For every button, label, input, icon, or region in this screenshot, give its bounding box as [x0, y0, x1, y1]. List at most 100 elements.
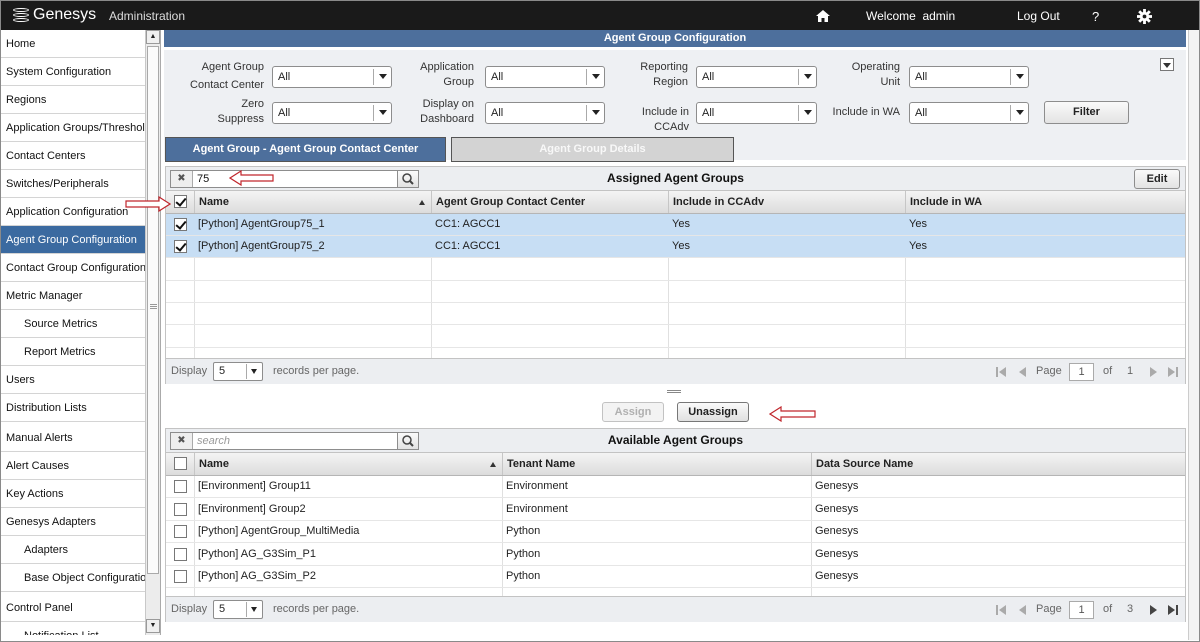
operating-unit-filter-select[interactable]: All: [909, 66, 1029, 88]
display-label: Display: [171, 365, 208, 377]
sidebar-item-regions[interactable]: Regions: [1, 86, 145, 114]
row-checkbox[interactable]: [174, 480, 187, 493]
available-page-input[interactable]: 1: [1069, 601, 1094, 619]
sidebar-item-contact-group-configuration[interactable]: Contact Group Configuration: [1, 254, 145, 282]
region-filter-select[interactable]: All: [696, 66, 817, 88]
sidebar-item-application-configuration[interactable]: Application Configuration: [1, 198, 145, 226]
ccadv-filter-label: Include in CCAdv: [641, 106, 689, 133]
wa-filter-label: Include in WA: [832, 106, 900, 118]
dashboard-filter-select[interactable]: All: [485, 102, 605, 124]
records-per-page-label: records per page.: [273, 365, 360, 377]
assign-button[interactable]: Assign: [602, 402, 664, 422]
assigned-page-size-select[interactable]: 5: [213, 362, 263, 381]
sidebar-item-manual-alerts[interactable]: Manual Alerts: [1, 424, 145, 452]
select-all-available-checkbox[interactable]: [174, 457, 187, 470]
table-row[interactable]: [Python] AgentGroup75_1 CC1: AGCC1 Yes Yes: [166, 214, 1185, 236]
row-checkbox[interactable]: [174, 218, 187, 231]
row-checkbox[interactable]: [174, 547, 187, 561]
sidebar-item-notification-list[interactable]: Notification List: [1, 622, 145, 635]
scroll-thumb[interactable]: [147, 46, 159, 574]
sidebar-item-source-metrics[interactable]: Source Metrics: [1, 310, 145, 338]
cell-tenant: Environment: [506, 480, 568, 492]
main-scrollbar[interactable]: [1188, 30, 1199, 640]
clear-search-icon[interactable]: ✖: [171, 433, 193, 449]
unassign-button[interactable]: Unassign: [677, 402, 749, 422]
ccadv-filter-select[interactable]: All: [696, 102, 817, 124]
select-all-checkbox[interactable]: [174, 195, 187, 208]
wa-filter-select[interactable]: All: [909, 102, 1029, 124]
sidebar-item-distribution-lists[interactable]: Distribution Lists: [1, 394, 145, 422]
records-per-page-label: records per page.: [273, 603, 360, 615]
table-row[interactable]: [Python] AG_G3Sim_P2 Python Genesys: [166, 566, 1185, 589]
cell-ccadv: Yes: [672, 218, 690, 230]
logout-link[interactable]: Log Out: [1017, 9, 1060, 23]
row-checkbox[interactable]: [174, 525, 187, 539]
panel-splitter[interactable]: [667, 390, 681, 391]
genesys-logo-icon: [13, 8, 29, 22]
prev-page-icon[interactable]: [1018, 367, 1028, 377]
tab-agcc[interactable]: Agent Group - Agent Group Contact Center: [165, 137, 446, 162]
row-checkbox[interactable]: [174, 240, 187, 254]
row-checkbox[interactable]: [174, 502, 187, 516]
genesys-logo[interactable]: Genesys: [13, 6, 96, 24]
assigned-search-input[interactable]: ✖ 75: [170, 170, 398, 188]
sidebar-item-agent-group-configuration[interactable]: Agent Group Configuration: [1, 226, 145, 254]
search-icon[interactable]: [397, 432, 419, 450]
sidebar-item-metric-manager[interactable]: Metric Manager: [1, 282, 145, 310]
filter-button[interactable]: Filter: [1044, 101, 1129, 124]
column-tenant-name[interactable]: Tenant Name: [502, 453, 811, 475]
assigned-page-input[interactable]: 1: [1069, 363, 1094, 381]
scroll-down-icon[interactable]: ▼: [146, 619, 160, 633]
tab-agent-group-details[interactable]: Agent Group Details: [451, 137, 734, 162]
column-data-source-name[interactable]: Data Source Name: [811, 453, 1187, 475]
help-icon[interactable]: ?: [1092, 9, 1099, 24]
sidebar-item-system-configuration[interactable]: System Configuration: [1, 58, 145, 86]
sidebar-item-contact-centers[interactable]: Contact Centers: [1, 142, 145, 170]
edit-button[interactable]: Edit: [1134, 169, 1180, 189]
sidebar-item-home[interactable]: Home: [1, 30, 145, 58]
prev-page-icon[interactable]: [1018, 605, 1028, 615]
sidebar-item-adapters[interactable]: Adapters: [1, 536, 145, 564]
table-row[interactable]: [Python] AgentGroup75_2 CC1: AGCC1 Yes Yes: [166, 236, 1185, 259]
sidebar-item-base-object-configuration[interactable]: Base Object Configuration: [1, 564, 145, 592]
column-include-ccadv[interactable]: Include in CCAdv: [668, 191, 905, 213]
available-search-input[interactable]: ✖ search: [170, 432, 398, 450]
sidebar-item-application-groups-thresholds[interactable]: Application Groups/Thresholds: [1, 114, 145, 142]
zero-suppress-filter-label: Zero Suppress: [217, 98, 264, 125]
sidebar-item-users[interactable]: Users: [1, 366, 145, 394]
search-icon[interactable]: [397, 170, 419, 188]
next-page-icon[interactable]: [1148, 367, 1158, 377]
first-page-icon[interactable]: [996, 605, 1006, 615]
column-name[interactable]: Name: [194, 453, 502, 475]
column-include-wa[interactable]: Include in WA: [905, 191, 1187, 213]
table-row[interactable]: [Environment] Group2 Environment Genesys: [166, 499, 1185, 521]
column-name[interactable]: Name: [194, 191, 431, 213]
sidebar-item-report-metrics[interactable]: Report Metrics: [1, 338, 145, 366]
column-agcc[interactable]: Agent Group Contact Center: [431, 191, 668, 213]
sidebar-item-control-panel[interactable]: Control Panel: [1, 594, 145, 622]
row-checkbox[interactable]: [174, 570, 187, 584]
sidebar-scrollbar[interactable]: ▲ ▼: [145, 30, 160, 635]
app-group-filter-select[interactable]: All: [485, 66, 605, 88]
clear-search-icon[interactable]: ✖: [171, 171, 193, 187]
sidebar-item-switches-peripherals[interactable]: Switches/Peripherals: [1, 170, 145, 198]
collapse-filter-icon[interactable]: [1160, 58, 1174, 71]
table-row[interactable]: [Python] AgentGroup_MultiMedia Python Gene…: [166, 521, 1185, 544]
table-row[interactable]: [Environment] Group11 Environment Genesys: [166, 476, 1185, 498]
available-page-size-select[interactable]: 5: [213, 600, 263, 619]
scroll-up-icon[interactable]: ▲: [146, 30, 160, 44]
cell-ccadv: Yes: [672, 240, 690, 253]
available-grid-header: Name Tenant Name Data Source Name: [166, 453, 1185, 476]
zero-suppress-filter-select[interactable]: All: [272, 102, 392, 124]
last-page-icon[interactable]: [1168, 605, 1178, 615]
sidebar-item-key-actions[interactable]: Key Actions: [1, 480, 145, 508]
agcc-filter-select[interactable]: All: [272, 66, 392, 88]
sidebar-item-alert-causes[interactable]: Alert Causes: [1, 452, 145, 480]
first-page-icon[interactable]: [996, 367, 1006, 377]
gear-icon[interactable]: [1137, 9, 1152, 24]
sidebar-item-genesys-adapters[interactable]: Genesys Adapters: [1, 508, 145, 536]
last-page-icon[interactable]: [1168, 367, 1178, 377]
next-page-icon[interactable]: [1148, 605, 1158, 615]
table-row[interactable]: [Python] AG_G3Sim_P1 Python Genesys: [166, 544, 1185, 566]
home-icon[interactable]: [816, 10, 830, 22]
